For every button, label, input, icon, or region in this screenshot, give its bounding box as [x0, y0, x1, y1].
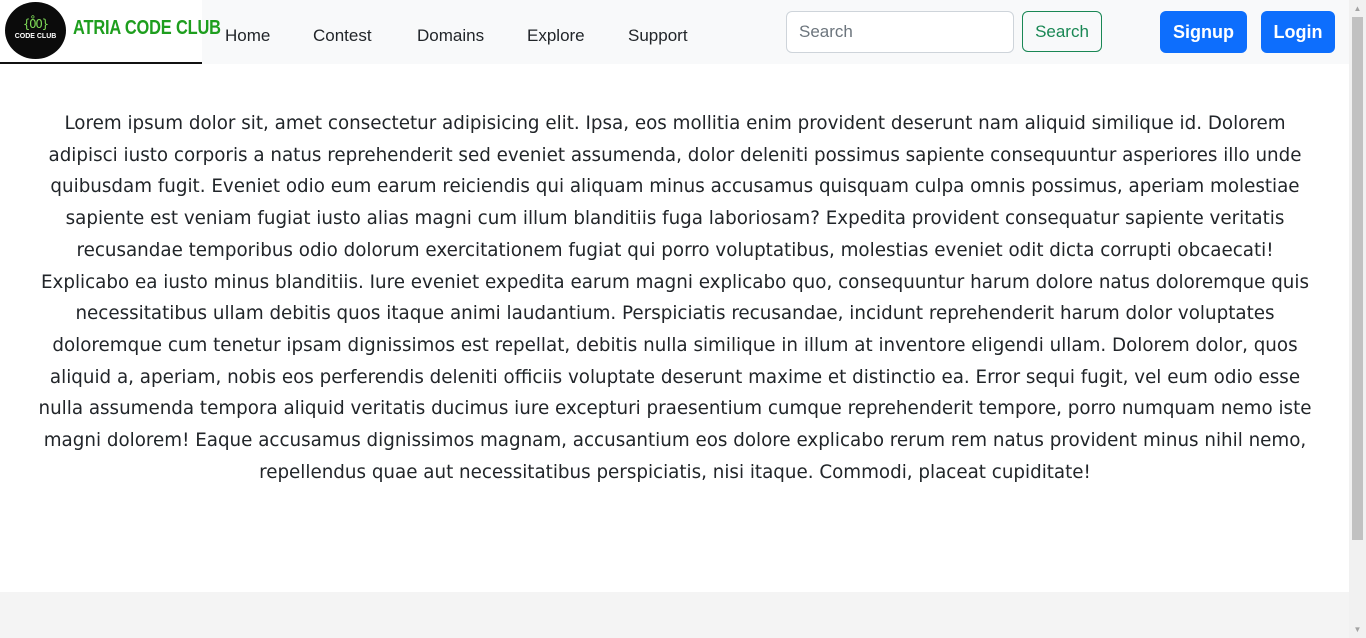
- scroll-up-arrow-icon[interactable]: ▲: [1349, 0, 1366, 17]
- nav-home[interactable]: Home: [225, 26, 270, 46]
- main-paragraph: Lorem ipsum dolor sit, amet consectetur …: [38, 113, 1312, 483]
- scrollbar-thumb[interactable]: [1352, 17, 1363, 540]
- login-button[interactable]: Login: [1261, 11, 1335, 53]
- nav-domains[interactable]: Domains: [417, 26, 484, 46]
- signup-button[interactable]: Signup: [1160, 11, 1247, 53]
- vertical-scrollbar[interactable]: ▲ ▼: [1349, 0, 1366, 638]
- footer: [0, 592, 1349, 638]
- search-input[interactable]: [786, 11, 1014, 53]
- logo-glasses-mark: {O̊O}: [23, 17, 49, 31]
- code-club-logo: {O̊O} CODE CLUB: [5, 2, 66, 59]
- scroll-down-arrow-icon[interactable]: ▼: [1349, 621, 1366, 638]
- logo-caption: CODE CLUB: [14, 33, 57, 40]
- nav-contest[interactable]: Contest: [313, 26, 372, 46]
- brand-name: ATRIA CODE CLUB: [73, 17, 221, 39]
- navbar: {O̊O} CODE CLUB ATRIA CODE CLUB Home Con…: [0, 0, 1349, 64]
- search-button[interactable]: Search: [1022, 11, 1102, 52]
- brand-link[interactable]: {O̊O} CODE CLUB ATRIA CODE CLUB: [0, 0, 221, 64]
- nav-explore[interactable]: Explore: [527, 26, 585, 46]
- nav-support[interactable]: Support: [628, 26, 688, 46]
